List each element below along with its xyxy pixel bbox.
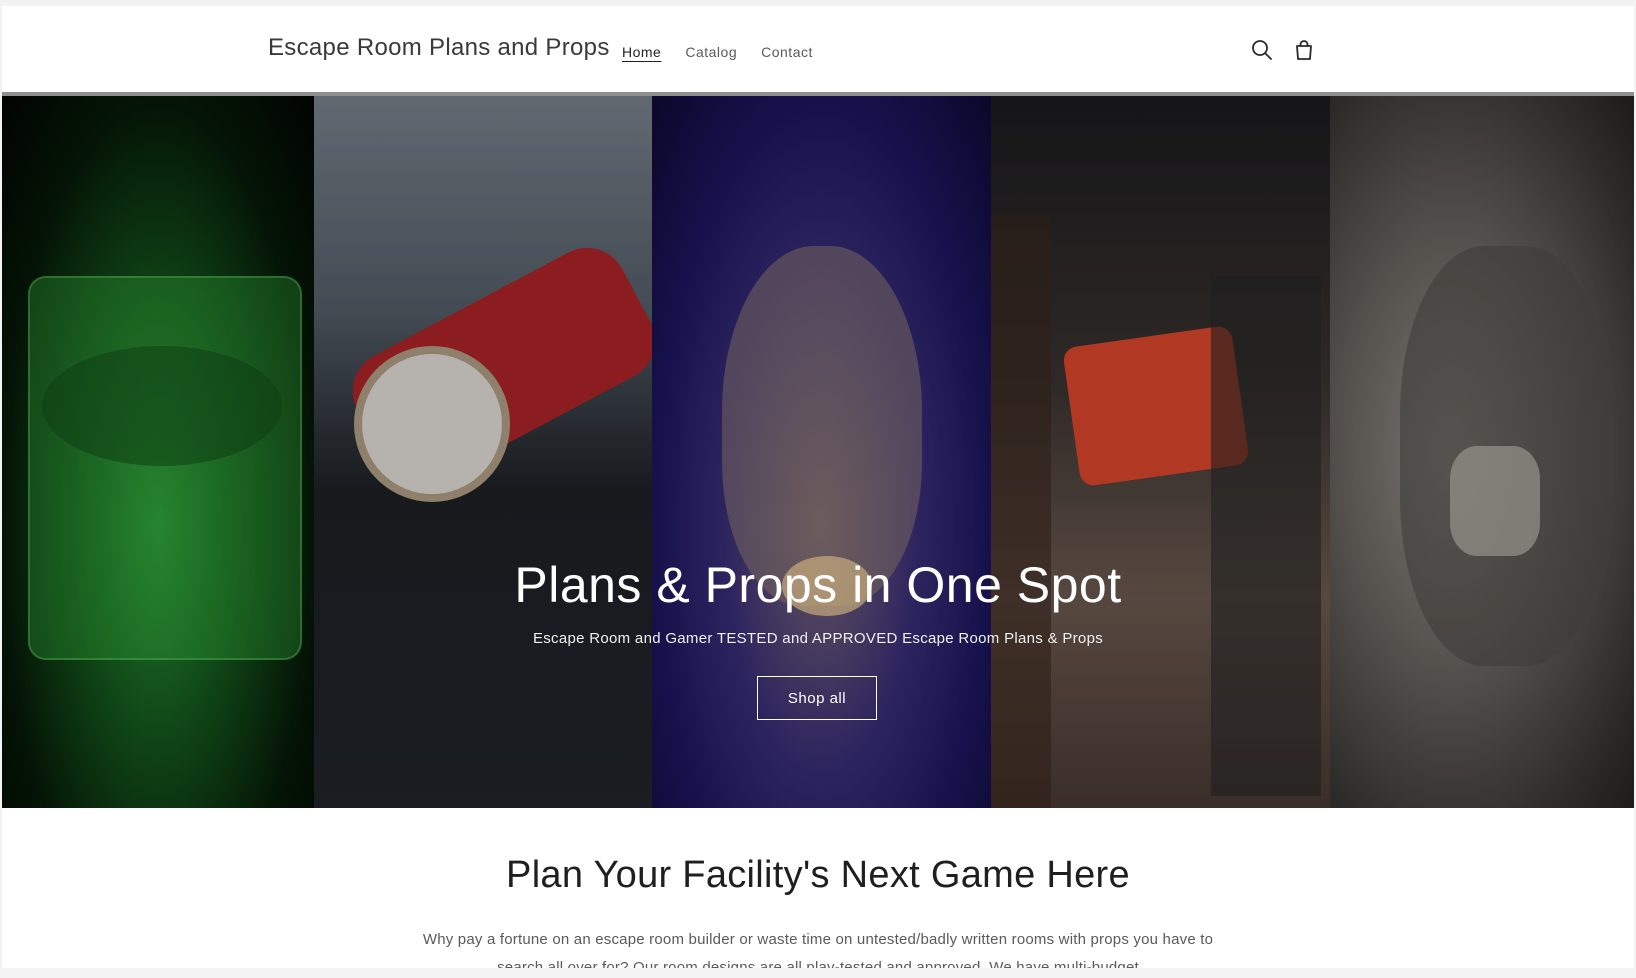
hero-title: Plans & Props in One Spot <box>514 557 1122 613</box>
nav-home[interactable]: Home <box>622 44 661 60</box>
site-brand[interactable]: Escape Room Plans and Props <box>268 34 610 62</box>
nav-contact[interactable]: Contact <box>761 44 813 60</box>
section-text: Why pay a fortune on an escape room buil… <box>422 931 1214 968</box>
search-icon[interactable] <box>1248 36 1276 64</box>
hero-subtitle: Escape Room and Gamer TESTED and APPROVE… <box>532 630 1104 647</box>
section-title: Plan Your Facility's Next Game Here <box>506 854 1130 896</box>
hero-content: Plans & Props in One Spot Escape Room an… <box>2 96 1634 808</box>
cart-icon[interactable] <box>1290 36 1318 64</box>
page-frame: Escape Room Plans and Props Home Catalog… <box>2 6 1634 968</box>
shop-all-button[interactable]: Shop all <box>757 676 877 720</box>
nav-catalog[interactable]: Catalog <box>685 44 737 60</box>
site-header: Escape Room Plans and Props Home Catalog… <box>2 6 1634 93</box>
hero-banner: Plans & Props in One Spot Escape Room an… <box>2 92 1634 808</box>
main-nav: Home Catalog Contact <box>622 44 813 60</box>
